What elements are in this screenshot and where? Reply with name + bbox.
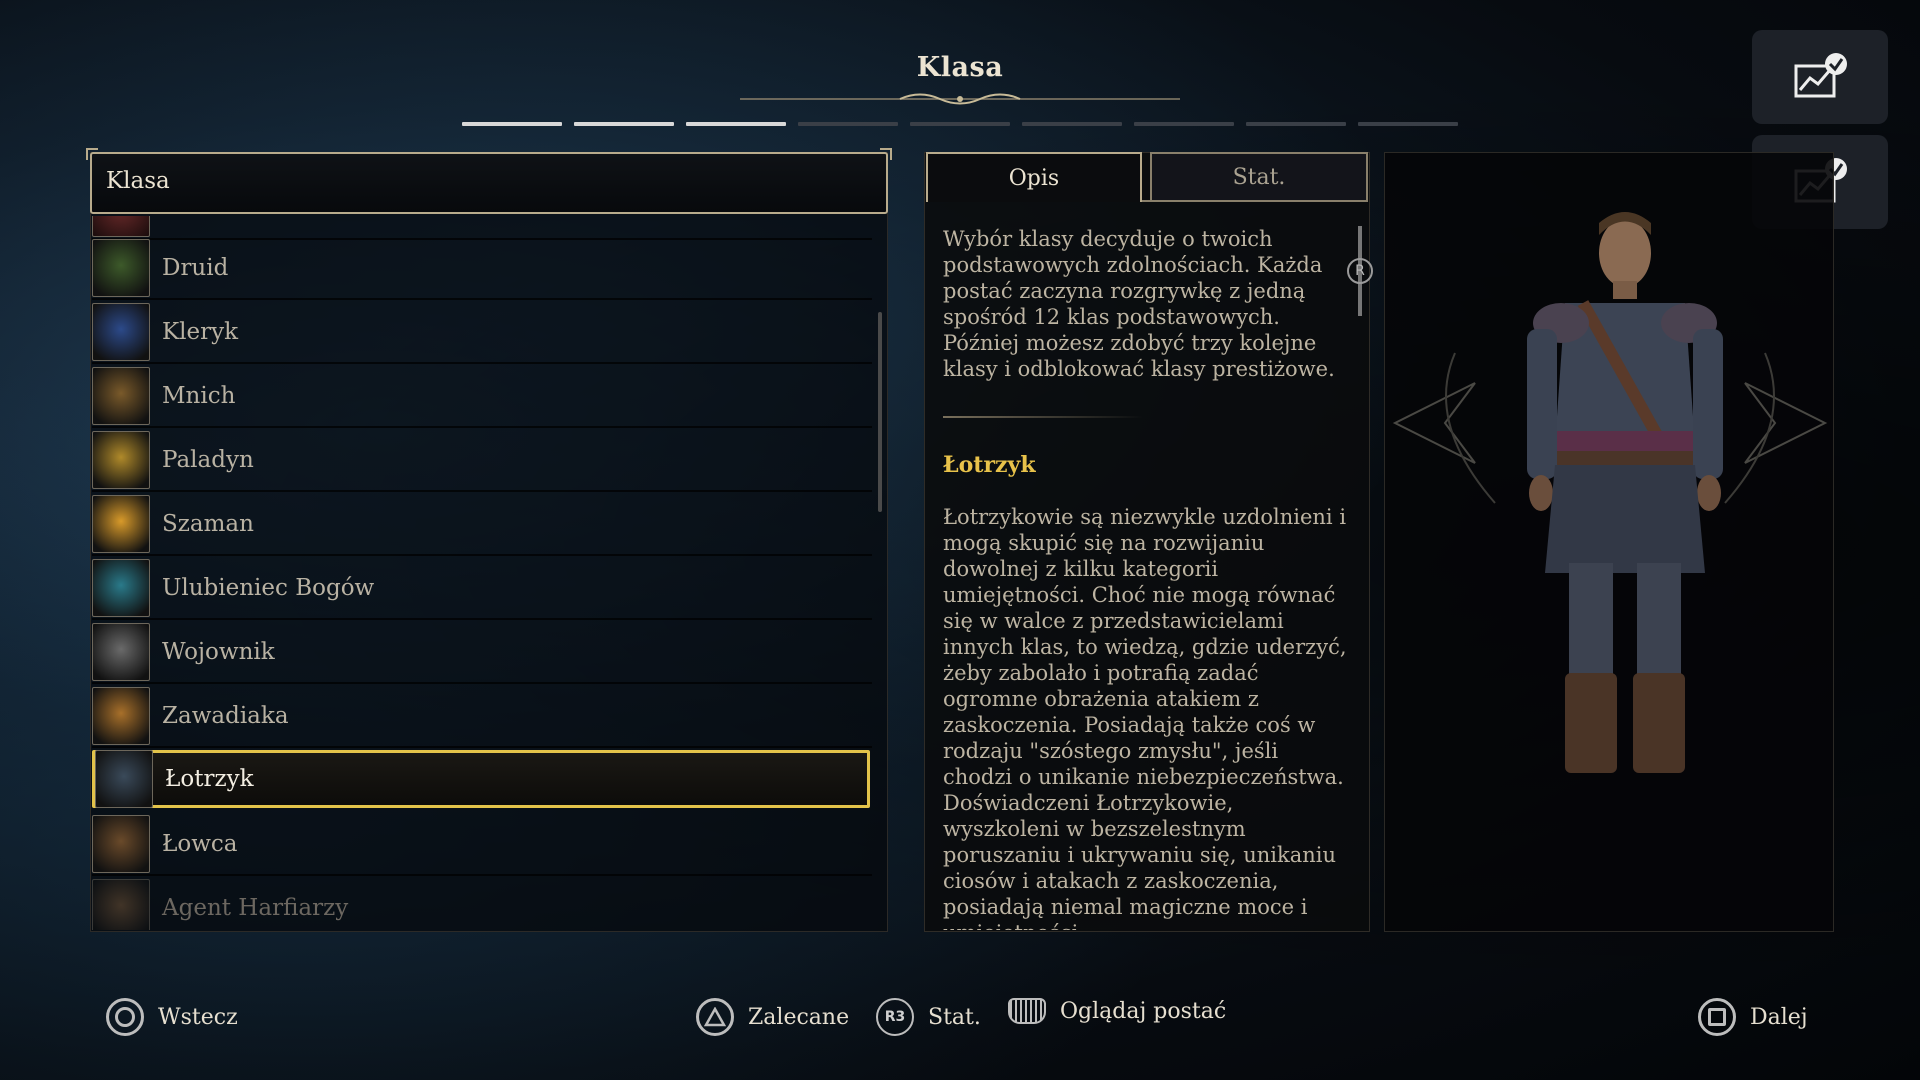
character-model — [1392, 212, 1828, 773]
selected-class-description: Łotrzykowie są niezwykle uzdolnieni i mo… — [943, 505, 1347, 930]
progress-segment — [1022, 122, 1122, 126]
class-list-item[interactable]: Łotrzyk — [92, 750, 870, 808]
touchpad-icon — [1008, 998, 1046, 1024]
class-list-item[interactable]: Łowca — [92, 814, 872, 876]
class-icon — [92, 559, 150, 617]
chart-check-icon — [1794, 53, 1847, 98]
class-list-item[interactable]: Szaman — [92, 494, 872, 556]
class-list-item-label: Mnich — [162, 383, 236, 409]
recommended-button[interactable]: Zalecane — [696, 998, 849, 1036]
progress-segment — [910, 122, 1010, 126]
triangle-button-icon — [696, 998, 734, 1036]
progress-segment — [1358, 122, 1458, 126]
class-icon — [92, 623, 150, 681]
next-label: Dalej — [1750, 1004, 1808, 1030]
class-list-item-label: Paladyn — [162, 447, 254, 473]
description-separator — [943, 416, 1143, 418]
class-list-item[interactable]: Agent Harfiarzy — [92, 878, 872, 930]
class-icon — [92, 239, 150, 297]
next-button[interactable]: Dalej — [1698, 998, 1808, 1036]
creation-progress-bar — [462, 122, 1458, 126]
tab-divider — [1142, 200, 1368, 202]
progress-segment — [1246, 122, 1346, 126]
tab-description[interactable]: Opis — [926, 152, 1142, 202]
view-character-label: Oglądaj postać — [1060, 998, 1227, 1024]
stats-button[interactable]: R3 Stat. — [876, 998, 981, 1036]
back-label: Wstecz — [158, 1004, 238, 1030]
description-intro: Wybór klasy decyduje o twoich podstawowy… — [943, 227, 1335, 381]
character-preview-panel[interactable] — [1384, 152, 1834, 932]
right-stick-scroll-icon: R — [1347, 258, 1373, 284]
compare-stats-button-1[interactable] — [1752, 30, 1888, 124]
progress-segment — [798, 122, 898, 126]
class-list-item[interactable] — [92, 216, 872, 240]
tab-stats[interactable]: Stat. — [1150, 152, 1368, 202]
square-button-icon — [1698, 998, 1736, 1036]
progress-segment — [574, 122, 674, 126]
class-icon — [92, 687, 150, 745]
class-list-item-label: Łowca — [162, 831, 238, 857]
class-list-item-label: Szaman — [162, 511, 254, 537]
progress-segment — [1134, 122, 1234, 126]
stats-label: Stat. — [928, 1004, 981, 1030]
class-list-item-label: Ulubieniec Bogów — [162, 575, 375, 601]
class-icon — [92, 303, 150, 361]
class-icon — [92, 431, 150, 489]
selected-class-title: Łotrzyk — [943, 452, 1036, 478]
circle-button-icon — [106, 998, 144, 1036]
class-list-item-label: Agent Harfiarzy — [162, 895, 349, 921]
class-list-item-label: Łotrzyk — [165, 766, 254, 792]
class-list-item[interactable]: Paladyn — [92, 430, 872, 492]
class-list-header: Klasa — [86, 148, 892, 214]
class-icon — [92, 879, 150, 930]
class-list-item-label: Kleryk — [162, 319, 239, 345]
class-list-item[interactable]: Zawadiaka — [92, 686, 872, 748]
class-icon — [92, 815, 150, 873]
view-character-button[interactable]: Oglądaj postać — [1008, 998, 1226, 1024]
class-list-item-label: Druid — [162, 255, 229, 281]
class-list-item[interactable]: Mnich — [92, 366, 872, 428]
class-icon — [92, 495, 150, 553]
class-icon — [92, 216, 150, 237]
progress-segment — [686, 122, 786, 126]
class-list-item[interactable]: Druid — [92, 238, 872, 300]
class-list-item[interactable]: Ulubieniec Bogów — [92, 558, 872, 620]
progress-segment — [462, 122, 562, 126]
class-list-item[interactable]: Kleryk — [92, 302, 872, 364]
class-icon — [95, 750, 153, 808]
title-ornament — [740, 93, 1180, 105]
class-list-item-label: Wojownik — [162, 639, 275, 665]
recommended-label: Zalecane — [748, 1004, 850, 1030]
class-list-scrollbar[interactable] — [878, 312, 882, 512]
r3-button-icon: R3 — [876, 998, 914, 1036]
class-list[interactable]: Druid Kleryk Mnich Paladyn Szaman Ulubieniec … — [92, 216, 874, 930]
class-list-item[interactable]: Wojownik — [92, 622, 872, 684]
page-title: Klasa — [916, 52, 1004, 83]
class-list-item-label: Zawadiaka — [162, 703, 289, 729]
back-button[interactable]: Wstecz — [106, 998, 238, 1036]
class-icon — [92, 367, 150, 425]
